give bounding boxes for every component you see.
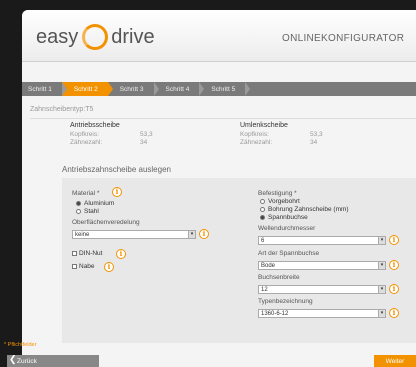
spannbuchse-label: Art der Spannbuchse <box>258 250 320 257</box>
chevron-down-icon: ▾ <box>378 309 386 318</box>
section-title: Antriebszahnscheibe auslegen <box>62 165 171 174</box>
info-label: Zähnezahl: <box>70 139 103 146</box>
info-value: 34 <box>310 139 318 146</box>
step-5[interactable]: Schritt 5 <box>199 82 251 96</box>
next-button[interactable]: Weiter <box>374 355 416 367</box>
info-value: 53,3 <box>310 131 323 138</box>
next-button-label: Weiter <box>385 357 405 365</box>
idler-pulley-heading: Umlenkscheibe <box>240 122 288 129</box>
idler-pulley-info: Umlenkscheibe Kopfkreis: 53,3 Zähnezahl:… <box>240 122 360 147</box>
material-option-stahl[interactable]: Stahl <box>76 208 99 215</box>
pulley-info: Antriebsscheibe Kopfkreis: 53,3 Zähnezah… <box>30 118 416 156</box>
chevron-down-icon: ▾ <box>378 261 386 270</box>
spannbuchse-value: Bode <box>261 263 276 269</box>
belt-type-subtitle: Zahnscheibentyp:T5 <box>30 106 94 113</box>
logo: easy drive <box>36 24 155 50</box>
back-button-label: Zurück <box>17 357 37 365</box>
din-nut-info-icon[interactable]: i <box>116 249 126 259</box>
form-panel: Material * i Aluminium Stahl Oberflächen… <box>62 178 416 343</box>
spannbuchse-select[interactable]: Bode ▾ <box>258 261 386 270</box>
surface-select[interactable]: keine ▾ <box>72 230 196 239</box>
radio-icon <box>260 199 265 204</box>
buchsenbreite-info-icon[interactable]: i <box>389 284 399 294</box>
step-4[interactable]: Schritt 4 <box>154 82 205 96</box>
welle-value: 6 <box>261 238 265 244</box>
typ-select[interactable]: 1360-6-12 ▾ <box>258 309 386 318</box>
radio-selected-icon <box>76 201 81 206</box>
checkbox-label: Nabe <box>79 263 95 270</box>
info-value: 53,3 <box>140 131 153 138</box>
required-fields-note: * Pflichtfelder <box>4 342 37 348</box>
info-label: Kopfkreis: <box>70 131 99 138</box>
chevron-down-icon: ▾ <box>378 236 386 245</box>
logo-text-left: easy <box>36 25 79 48</box>
radio-icon <box>76 209 81 214</box>
info-label: Zähnezahl: <box>240 139 273 146</box>
configurator-window: easy drive ONLINEKONFIGURATOR Schritt 1 … <box>22 10 416 367</box>
typ-info-icon[interactable]: i <box>389 308 399 318</box>
befestigung-label: Befestigung * <box>258 190 297 197</box>
header-title: ONLINEKONFIGURATOR <box>282 33 405 44</box>
chevron-left-icon: ❮ <box>9 354 17 364</box>
radio-icon <box>260 207 265 212</box>
nabe-info-icon[interactable]: i <box>104 262 114 272</box>
info-row: Zähnezahl: 34 <box>240 139 360 147</box>
buchsenbreite-value: 12 <box>261 287 268 293</box>
spannbuchse-info-icon[interactable]: i <box>389 260 399 270</box>
radio-label: Spannbuchse <box>268 214 308 221</box>
typ-label: Typenbezeichnung <box>258 298 313 305</box>
welle-label: Wellendurchmesser <box>258 225 316 232</box>
material-info-icon[interactable]: i <box>112 187 122 197</box>
radio-selected-icon <box>260 215 265 220</box>
logo-text-right: drive <box>111 25 155 48</box>
info-row: Kopfkreis: 53,3 <box>240 131 360 139</box>
befestigung-option-vorgebohrt[interactable]: Vorgebohrt <box>260 198 300 205</box>
back-button[interactable]: ❮ Zurück <box>7 354 99 367</box>
radio-label: Vorgebohrt <box>268 198 300 205</box>
info-value: 34 <box>140 139 148 146</box>
step-1[interactable]: Schritt 1 <box>22 82 67 96</box>
welle-info-icon[interactable]: i <box>389 235 399 245</box>
din-nut-checkbox[interactable]: DIN-Nut <box>72 250 102 257</box>
buchsenbreite-label: Buchsenbreite <box>258 274 300 281</box>
checkbox-label: DIN-Nut <box>79 250 103 257</box>
befestigung-option-bohrung[interactable]: Bohrung Zahnscheibe (mm) <box>260 206 349 213</box>
surface-label: Oberflächenveredelung <box>72 219 140 226</box>
radio-label: Bohrung Zahnscheibe (mm) <box>268 206 349 213</box>
surface-info-icon[interactable]: i <box>199 229 209 239</box>
step-navigation: Schritt 1 Schritt 2 Schritt 3 Schritt 4 … <box>22 82 416 96</box>
typ-value: 1360-6-12 <box>261 311 289 317</box>
chevron-down-icon: ▾ <box>188 230 196 239</box>
buchsenbreite-select[interactable]: 12 ▾ <box>258 285 386 294</box>
welle-select[interactable]: 6 ▾ <box>258 236 386 245</box>
befestigung-option-spannbuchse[interactable]: Spannbuchse <box>260 214 308 221</box>
drive-pulley-heading: Antriebsscheibe <box>70 122 120 129</box>
material-label: Material * <box>72 190 100 197</box>
material-option-aluminium[interactable]: Aluminium <box>76 200 114 207</box>
logo-ring-icon <box>82 24 109 50</box>
surface-value: keine <box>75 232 90 238</box>
info-row: Kopfkreis: 53,3 <box>70 131 190 139</box>
info-row: Zähnezahl: 34 <box>70 139 190 147</box>
radio-label: Stahl <box>84 208 99 215</box>
chevron-down-icon: ▾ <box>378 285 386 294</box>
radio-label: Aluminium <box>84 200 115 207</box>
step-2[interactable]: Schritt 2 <box>61 82 113 96</box>
step-3[interactable]: Schritt 3 <box>108 82 159 96</box>
nabe-checkbox[interactable]: Nabe <box>72 263 95 270</box>
info-label: Kopfkreis: <box>240 131 269 138</box>
drive-pulley-info: Antriebsscheibe Kopfkreis: 53,3 Zähnezah… <box>70 122 190 147</box>
checkbox-icon <box>72 251 77 256</box>
header: easy drive ONLINEKONFIGURATOR <box>22 10 416 62</box>
checkbox-icon <box>72 264 77 269</box>
